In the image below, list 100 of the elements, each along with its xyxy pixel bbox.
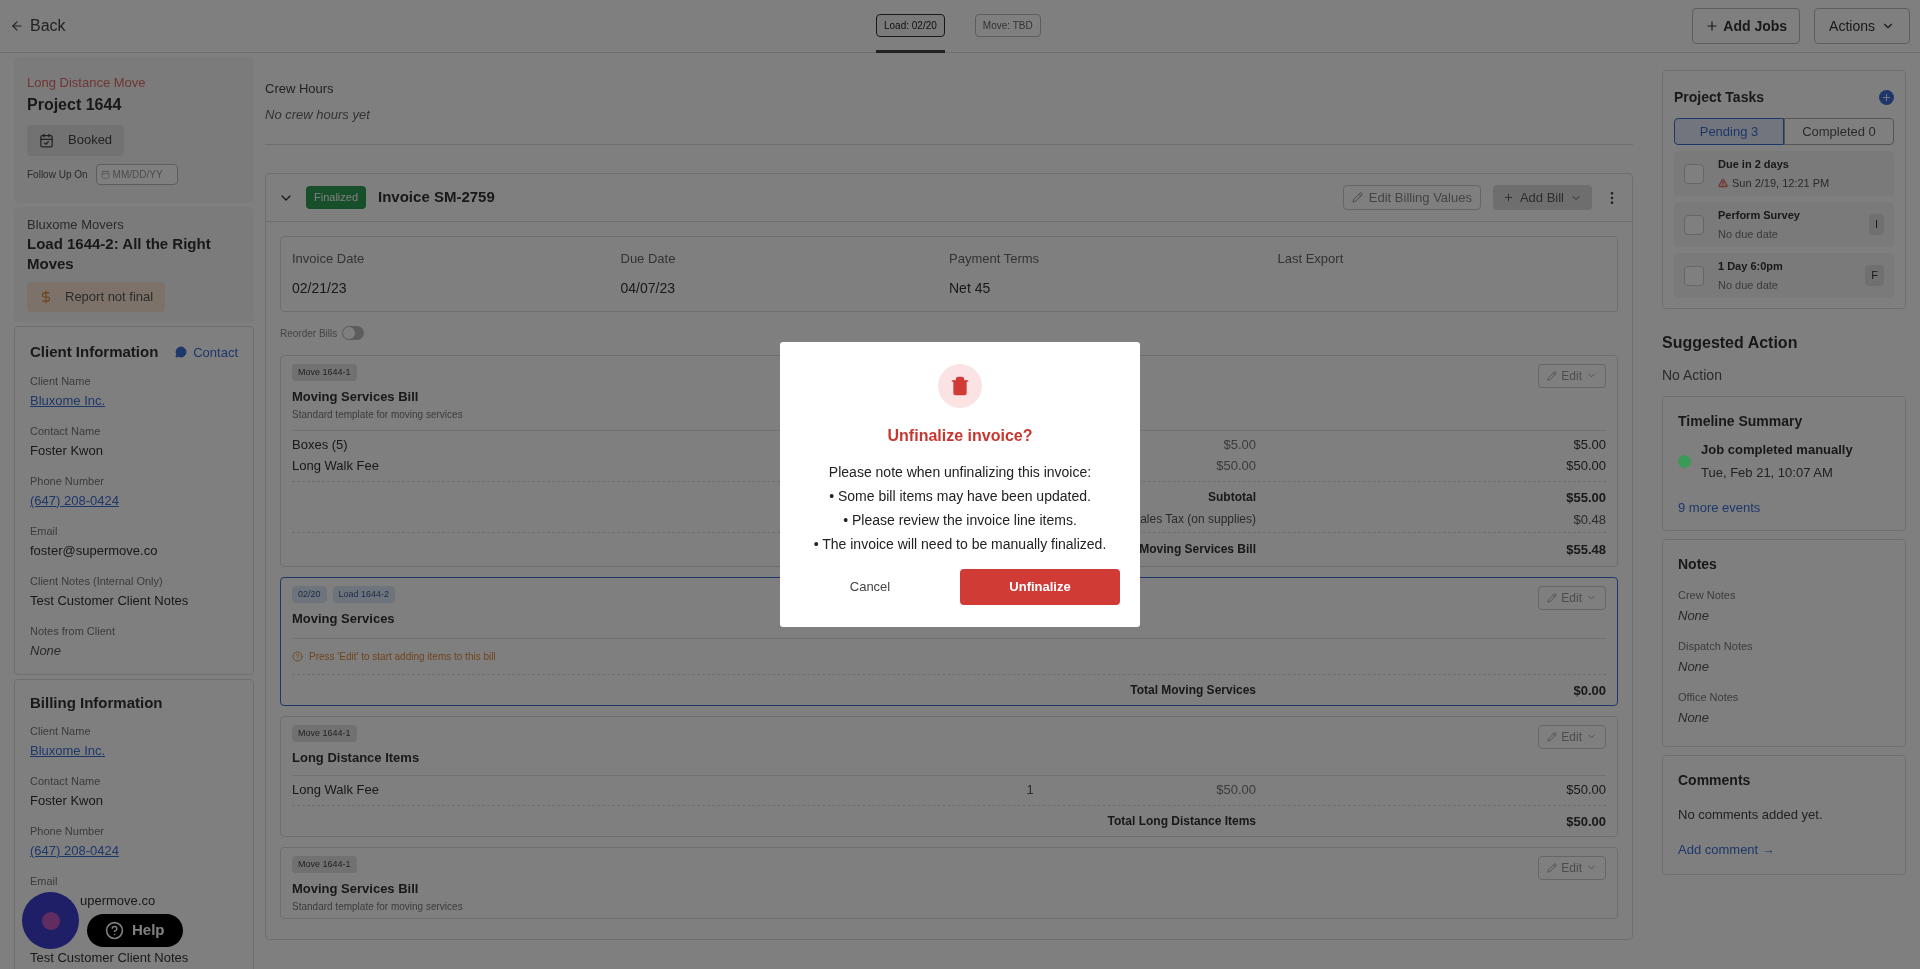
dollar-icon — [39, 290, 53, 304]
field-link[interactable]: (647) 208-0424 — [30, 491, 119, 510]
load-tab[interactable]: Move: TBD — [974, 0, 1041, 53]
load-title: Load 1644-2: All the Right Moves — [27, 234, 212, 274]
help-icon — [292, 650, 303, 662]
more-events-link[interactable]: 9 more events — [1678, 498, 1890, 518]
section-title: Comments — [1678, 770, 1752, 790]
item-total: $50.00 — [1566, 458, 1606, 474]
task-row[interactable]: Perform Survey No due date I — [1674, 202, 1894, 247]
summary-label: Total Moving Services — [1130, 681, 1256, 699]
unfinalize-button[interactable]: Unfinalize — [960, 569, 1120, 605]
field-value: Foster Kwon — [30, 441, 104, 460]
pencil-icon — [1351, 192, 1363, 203]
field-label: Email — [30, 523, 59, 538]
note-label: Dispatch Notes — [1678, 638, 1754, 654]
field-label: Contact Name — [30, 774, 102, 788]
contact-link[interactable]: Contact — [175, 342, 238, 362]
field-value: foster@supermove.co — [30, 541, 159, 560]
bill-subtitle: Standard template for moving services — [292, 407, 464, 422]
pencil-icon — [1547, 862, 1558, 873]
field-link[interactable]: (647) 208-0424 — [30, 842, 119, 860]
item-total: $50.00 — [1566, 782, 1606, 798]
add-comment-link[interactable]: Add comment → — [1678, 840, 1890, 860]
task-row[interactable]: 1 Day 6:0pm No due date F — [1674, 253, 1894, 298]
suggested-action-title: Suggested Action — [1662, 333, 1799, 353]
field-label: Email — [30, 874, 59, 888]
invoice-title: Invoice SM-2759 — [378, 187, 495, 208]
bill-title: Moving Services — [292, 609, 396, 628]
add-task-icon[interactable] — [1879, 90, 1894, 105]
pencil-icon — [1547, 370, 1558, 381]
field-value: None — [30, 641, 63, 660]
item-price: $50.00 — [1216, 782, 1256, 798]
dialog-message-line: • The invoice will need to be manually finalized. — [813, 535, 1107, 554]
follow-up-label: Follow Up On — [27, 167, 88, 182]
task-badge: I — [1868, 214, 1884, 235]
note-value: None — [1678, 658, 1711, 676]
note-label: Office Notes — [1678, 689, 1740, 705]
info-label: Invoice Date — [292, 250, 366, 268]
bill-tag: Move 1644-1 — [292, 724, 357, 742]
project-type: Long Distance Move — [27, 74, 147, 92]
summary-value: $50.00 — [1566, 813, 1606, 829]
calendar-check-icon — [39, 132, 54, 148]
note-value: None — [1678, 607, 1711, 625]
field-label: Phone Number — [30, 473, 105, 488]
task-tab[interactable]: Completed 0 — [1784, 118, 1894, 145]
field-link[interactable]: Bluxome Inc. — [30, 742, 106, 760]
field-value: Test Customer Client Notes — [30, 591, 190, 610]
task-row[interactable]: Due in 2 days Sun 2/19, 12:21 PM — [1674, 151, 1894, 196]
summary-value: $0.48 — [1573, 511, 1606, 527]
report-status-button[interactable]: Report not final — [27, 282, 166, 312]
task-title: 1 Day 6:0pm — [1718, 258, 1784, 274]
load-company: Bluxome Movers — [27, 215, 125, 234]
summary-label: Total Long Distance Items — [1107, 812, 1256, 830]
task-due: No due date — [1718, 278, 1778, 293]
bill-title: Moving Services Bill — [292, 879, 420, 898]
help-button[interactable]: Help — [87, 914, 183, 947]
field-value: Test Customer Client Notes — [30, 949, 190, 967]
section-title: Project Tasks — [1674, 88, 1764, 107]
load-tab[interactable]: Load: 02/20 — [876, 0, 945, 53]
plus-icon — [1502, 192, 1514, 203]
task-checkbox[interactable] — [1684, 265, 1704, 286]
info-value: 04/07/23 — [620, 278, 676, 298]
status-badge: Finalized — [306, 186, 367, 209]
dialog-message-line: • Please review the invoice line items. — [843, 511, 1077, 530]
field-label: Client Name — [30, 724, 92, 738]
dialog-title: Unfinalize invoice? — [887, 426, 1033, 446]
reorder-toggle[interactable] — [342, 326, 365, 340]
info-value: 02/21/23 — [292, 278, 348, 298]
bill-tag: Move 1644-1 — [292, 855, 357, 873]
back-link[interactable]: Back — [10, 14, 66, 38]
field-label: Client Name — [30, 373, 92, 388]
project-title: Project 1644 — [27, 94, 123, 115]
bill-tag: 02/20 — [292, 585, 327, 603]
event-time: Tue, Feb 21, 10:07 AM — [1701, 463, 1834, 482]
status-button[interactable]: Booked — [27, 124, 125, 156]
task-checkbox[interactable] — [1684, 214, 1704, 235]
field-link[interactable]: Bluxome Inc. — [30, 391, 106, 410]
bill-notice: Press 'Edit' to start adding items to this bill — [309, 649, 496, 664]
cancel-button[interactable]: Cancel — [800, 569, 940, 605]
reorder-label: Reorder Bills — [280, 326, 338, 341]
edit-billing-button[interactable]: Edit Billing Values — [1342, 185, 1481, 210]
field-label: Notes from Client — [30, 623, 116, 638]
dialog-message-line: • Some bill items may have been updated. — [829, 487, 1091, 506]
task-checkbox[interactable] — [1684, 163, 1704, 184]
info-label: Payment Terms — [949, 250, 1041, 268]
note-label: Crew Notes — [1678, 587, 1737, 603]
help-icon — [105, 921, 124, 940]
section-title: Notes — [1678, 554, 1718, 574]
suggested-action-value: No Action — [1662, 366, 1723, 385]
actions-button[interactable]: Actions — [1814, 8, 1910, 44]
field-label: Contact Name — [30, 423, 102, 438]
summary-label: ales Tax (on supplies) — [1140, 510, 1256, 528]
task-due: No due date — [1718, 227, 1778, 242]
field-label: Client Notes (Internal Only) — [30, 573, 164, 588]
task-tab[interactable]: Pending 3 — [1674, 118, 1784, 145]
calendar-icon — [100, 169, 110, 179]
bill-tag: Load 1644-2 — [332, 585, 396, 603]
summary-value: $55.48 — [1566, 542, 1606, 557]
add-bill-button[interactable]: Add Bill — [1492, 185, 1592, 210]
add-jobs-button[interactable]: Add Jobs — [1692, 8, 1801, 44]
